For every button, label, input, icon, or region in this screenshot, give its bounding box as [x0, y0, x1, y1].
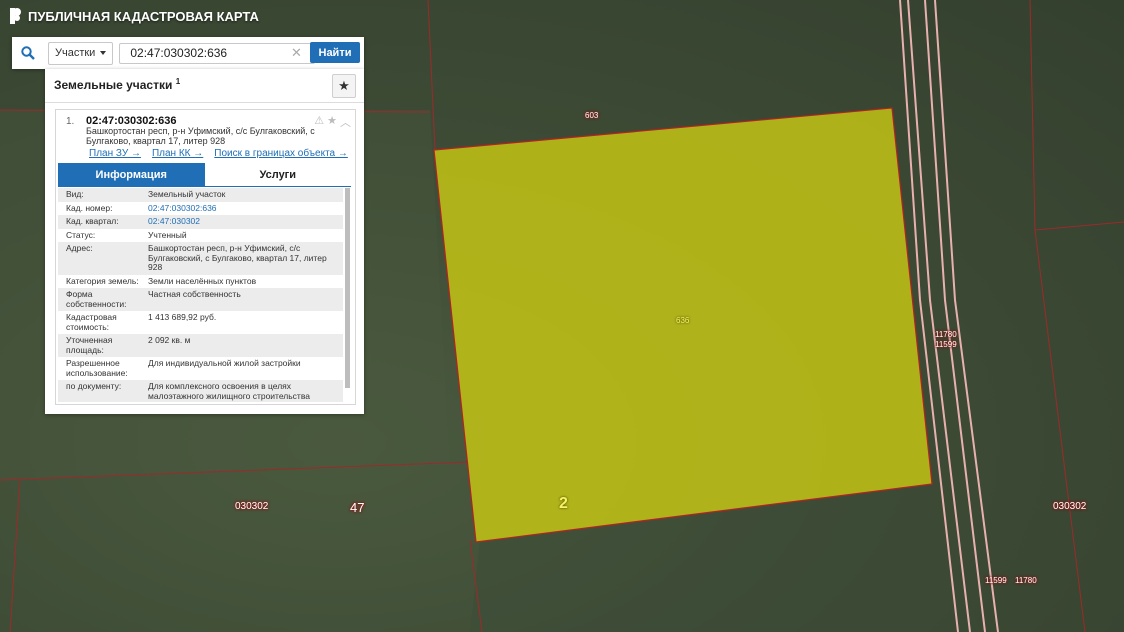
result-address: Башкортостан респ, р-н Уфимский, с/с Бул…: [86, 126, 315, 146]
parcel-label-11599: 11599: [985, 576, 1007, 585]
info-row: Кадастровая стоимость: 1 413 689,92 руб.: [58, 311, 343, 334]
info-key: Адрес:: [66, 243, 93, 253]
info-key: Статус:: [66, 229, 96, 240]
app-logo-icon: [10, 8, 21, 24]
results-panel: Земельные участки 1 ★ 1. 02:47:030302:63…: [45, 69, 364, 414]
info-value-link[interactable]: 02:47:030302: [148, 216, 343, 227]
quarter-label: 030302: [1053, 501, 1087, 512]
warning-icon[interactable]: ⚠: [314, 114, 324, 130]
panel-header: Земельные участки 1 ★: [45, 69, 364, 103]
info-value: Учтенный: [148, 229, 187, 240]
search-type-label: Участки: [55, 47, 96, 59]
star-icon: ★: [338, 78, 350, 93]
quarter-label: 030302: [235, 501, 269, 512]
info-value-link[interactable]: 02:47:030302:636: [148, 203, 343, 214]
info-key: Вид:: [66, 189, 84, 199]
info-key: Кад. квартал:: [66, 216, 119, 226]
search-type-select[interactable]: Участки: [48, 41, 114, 65]
info-value: Для комплексного освоения в целях малоэт…: [148, 381, 310, 401]
info-row: Кад. квартал: 02:47:030302: [58, 215, 343, 229]
info-row: Категория земель: Земли населённых пункто…: [58, 275, 343, 289]
result-index: 1.: [66, 116, 75, 127]
info-table: Вид: Земельный участок Кад. номер: 02:47:0…: [58, 188, 343, 402]
info-value: Земельный участок: [148, 189, 226, 199]
scroll-thumb[interactable]: [345, 188, 350, 388]
favorites-button[interactable]: ★: [332, 74, 356, 98]
info-key: Форма собственности:: [66, 289, 127, 309]
app-header: ПУБЛИЧНАЯ КАДАСТРОВАЯ КАРТА: [10, 8, 259, 24]
result-count: 1: [175, 77, 181, 86]
chevron-down-icon: [100, 51, 107, 55]
block-number-label: 47: [350, 500, 365, 515]
star-icon[interactable]: ★: [327, 114, 337, 130]
clear-icon[interactable]: ✕: [291, 45, 302, 61]
info-key: Разрешенное использование:: [66, 358, 128, 378]
info-row: Форма собственности: Частная собственност…: [58, 288, 343, 311]
chevron-up-icon[interactable]: ︿: [340, 114, 351, 130]
info-row: Адрес: Башкортостан респ, р-н Уфимский, с…: [58, 242, 343, 275]
info-value: Для индивидуальной жилой застройки: [148, 358, 301, 368]
info-key: Уточненная площадь:: [66, 335, 113, 355]
info-key: по документу:: [66, 381, 122, 391]
card-actions: ⚠ ★ ︿: [314, 114, 351, 130]
info-row: Уточненная площадь: 2 092 кв. м: [58, 334, 343, 357]
info-value: Земли населённых пунктов: [148, 275, 257, 286]
result-tabs: Информация Услуги: [58, 163, 351, 187]
info-scrollbar[interactable]: [345, 188, 350, 388]
tab-services[interactable]: Услуги: [204, 163, 351, 186]
app-title: ПУБЛИЧНАЯ КАДАСТРОВАЯ КАРТА: [28, 8, 259, 24]
info-value: Частная собственность: [148, 289, 241, 299]
parcel-label-603: 603: [585, 111, 599, 120]
info-value: 2 092 кв. м: [148, 335, 191, 345]
tab-info[interactable]: Информация: [58, 163, 205, 186]
district-number-label: 2: [559, 495, 568, 512]
link-search-in-bounds[interactable]: Поиск в границах объекта →: [214, 148, 348, 159]
info-key: Кадастровая стоимость:: [66, 312, 117, 332]
result-links: План ЗУ → План КК → Поиск в границах объ…: [89, 148, 348, 159]
info-row: Вид: Земельный участок: [58, 188, 343, 202]
info-value: Башкортостан респ, р-н Уфимский, с/с Бул…: [148, 243, 327, 272]
search-input[interactable]: [119, 42, 316, 64]
info-row: по документу: Для комплексного освоения в…: [58, 380, 343, 402]
parcel-label-11599: 11599: [935, 340, 957, 349]
panel-title: Земельные участки 1: [54, 77, 180, 92]
search-icon[interactable]: [12, 37, 44, 69]
info-row: Разрешенное использование: Для индивидуал…: [58, 357, 343, 380]
selected-parcel: [433, 107, 933, 543]
panel-title-text: Земельные участки: [54, 78, 173, 92]
parcel-label-11780: 11780: [1015, 576, 1037, 585]
info-value: 1 413 689,92 руб.: [148, 312, 217, 322]
parcel-label-11780: 11780: [935, 330, 957, 339]
search-bar: Участки ✕ Найти: [12, 37, 364, 69]
info-row: Статус: Учтенный: [58, 229, 343, 243]
find-button[interactable]: Найти: [310, 42, 360, 63]
info-key: Кад. номер:: [66, 202, 113, 213]
link-plan-zu[interactable]: План ЗУ →: [89, 148, 141, 159]
link-plan-kk[interactable]: План КК →: [152, 148, 203, 159]
result-card[interactable]: 1. 02:47:030302:636 Башкортостан респ, р…: [55, 109, 356, 405]
parcel-label-636: 636: [676, 316, 690, 325]
info-row: Кад. номер: 02:47:030302:636: [58, 202, 343, 216]
info-key: Категория земель:: [66, 275, 139, 286]
